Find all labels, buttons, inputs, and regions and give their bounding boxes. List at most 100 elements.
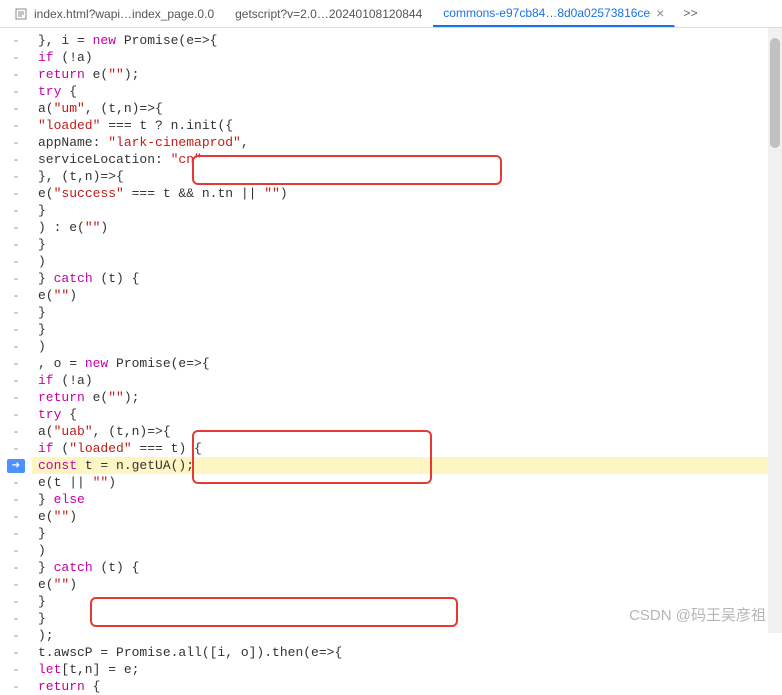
gutter-line: ➔ (0, 457, 32, 474)
code-line[interactable]: } (32, 525, 782, 542)
gutter-dash: - (12, 153, 19, 167)
gutter-dash: - (12, 68, 19, 82)
file-tab[interactable]: index.html?wapi…index_page.0.0 (4, 3, 225, 25)
gutter-dash: - (12, 289, 19, 303)
gutter-dash: - (12, 408, 19, 422)
code-line[interactable]: appName: "lark-cinemaprod", (32, 134, 782, 151)
gutter-line: - (0, 304, 32, 321)
code-line[interactable]: } (32, 236, 782, 253)
code-line[interactable]: e("") (32, 576, 782, 593)
code-line[interactable]: try { (32, 406, 782, 423)
code-line[interactable]: let[t,n] = e; (32, 661, 782, 678)
scrollbar-thumb[interactable] (770, 38, 780, 148)
gutter-line: - (0, 644, 32, 661)
gutter-dash: - (12, 442, 19, 456)
gutter-dash: - (12, 238, 19, 252)
code-line[interactable]: if (!a) (32, 49, 782, 66)
code-line[interactable]: if (!a) (32, 372, 782, 389)
gutter-dash: - (12, 612, 19, 626)
gutter-line: - (0, 610, 32, 627)
close-icon[interactable]: × (656, 5, 664, 21)
gutter-line: - (0, 491, 32, 508)
gutter-line: - (0, 372, 32, 389)
gutter-line: - (0, 338, 32, 355)
code-line[interactable]: if ("loaded" === t) { (32, 440, 782, 457)
gutter-dash: - (12, 663, 19, 677)
code-line[interactable]: } else (32, 491, 782, 508)
code-line[interactable]: } catch (t) { (32, 270, 782, 287)
code-line[interactable]: } catch (t) { (32, 559, 782, 576)
file-icon (14, 7, 28, 21)
code-line[interactable]: e("") (32, 508, 782, 525)
code-line[interactable]: }, i = new Promise(e=>{ (32, 32, 782, 49)
gutter-line: - (0, 32, 32, 49)
code-line[interactable]: e(t || "") (32, 474, 782, 491)
code-line[interactable]: return { (32, 678, 782, 695)
watermark: CSDN @码王吴彦祖 (629, 604, 766, 625)
code-line[interactable]: ); (32, 627, 782, 644)
code-editor: -------------------------➔------------- … (0, 28, 782, 633)
gutter-line: - (0, 83, 32, 100)
gutter-dash: - (12, 578, 19, 592)
gutter-dash: - (12, 204, 19, 218)
gutter-dash: - (12, 221, 19, 235)
code-line[interactable]: } (32, 304, 782, 321)
gutter-dash: - (12, 544, 19, 558)
gutter-dash: - (12, 187, 19, 201)
gutter-line: - (0, 168, 32, 185)
gutter-line: - (0, 49, 32, 66)
gutter-dash: - (12, 527, 19, 541)
code-line[interactable]: } (32, 202, 782, 219)
tab-label: commons-e97cb84…8d0a02573816ce (443, 6, 650, 20)
code-line[interactable]: e("") (32, 287, 782, 304)
file-tab[interactable]: getscript?v=2.0…20240108120844 (225, 3, 433, 25)
gutter: -------------------------➔------------- (0, 28, 32, 633)
gutter-line: - (0, 593, 32, 610)
tab-label: getscript?v=2.0…20240108120844 (235, 7, 422, 21)
gutter-dash: - (12, 391, 19, 405)
gutter-line: - (0, 661, 32, 678)
code-line[interactable]: ) (32, 253, 782, 270)
gutter-line: - (0, 270, 32, 287)
gutter-dash: - (12, 323, 19, 337)
gutter-dash: - (12, 357, 19, 371)
code-line[interactable]: } (32, 321, 782, 338)
code-line[interactable]: }, (t,n)=>{ (32, 168, 782, 185)
gutter-dash: - (12, 340, 19, 354)
code-line[interactable]: return e(""); (32, 389, 782, 406)
gutter-line: - (0, 508, 32, 525)
gutter-line: - (0, 406, 32, 423)
code-line[interactable]: serviceLocation: "cn" (32, 151, 782, 168)
file-tab[interactable]: commons-e97cb84…8d0a02573816ce × (433, 1, 675, 27)
vertical-scrollbar[interactable] (768, 28, 782, 633)
gutter-dash: - (12, 374, 19, 388)
gutter-line: - (0, 355, 32, 372)
gutter-line: - (0, 474, 32, 491)
gutter-dash: - (12, 136, 19, 150)
code-line[interactable]: t.awscP = Promise.all([i, o]).then(e=>{ (32, 644, 782, 661)
gutter-line: - (0, 627, 32, 644)
gutter-line: - (0, 525, 32, 542)
code-line[interactable]: ) (32, 542, 782, 559)
tab-bar: index.html?wapi…index_page.0.0 getscript?… (0, 0, 782, 28)
code-line[interactable]: , o = new Promise(e=>{ (32, 355, 782, 372)
gutter-line: - (0, 576, 32, 593)
code-line[interactable]: e("success" === t && n.tn || "") (32, 185, 782, 202)
gutter-line: - (0, 440, 32, 457)
code-line[interactable]: ) (32, 338, 782, 355)
gutter-dash: - (12, 493, 19, 507)
code-line[interactable]: const t = n.getUA(); (32, 457, 782, 474)
gutter-dash: - (12, 595, 19, 609)
gutter-line: - (0, 151, 32, 168)
gutter-dash: - (12, 646, 19, 660)
code-line[interactable]: a("um", (t,n)=>{ (32, 100, 782, 117)
more-tabs-icon[interactable]: >> (675, 7, 705, 21)
code-line[interactable]: try { (32, 83, 782, 100)
code-line[interactable]: "loaded" === t ? n.init({ (32, 117, 782, 134)
gutter-dash: - (12, 102, 19, 116)
code-line[interactable]: a("uab", (t,n)=>{ (32, 423, 782, 440)
code-line[interactable]: return e(""); (32, 66, 782, 83)
code-line[interactable]: ) : e("") (32, 219, 782, 236)
code-area[interactable]: }, i = new Promise(e=>{ if (!a) return e… (32, 28, 782, 633)
gutter-dash: - (12, 119, 19, 133)
